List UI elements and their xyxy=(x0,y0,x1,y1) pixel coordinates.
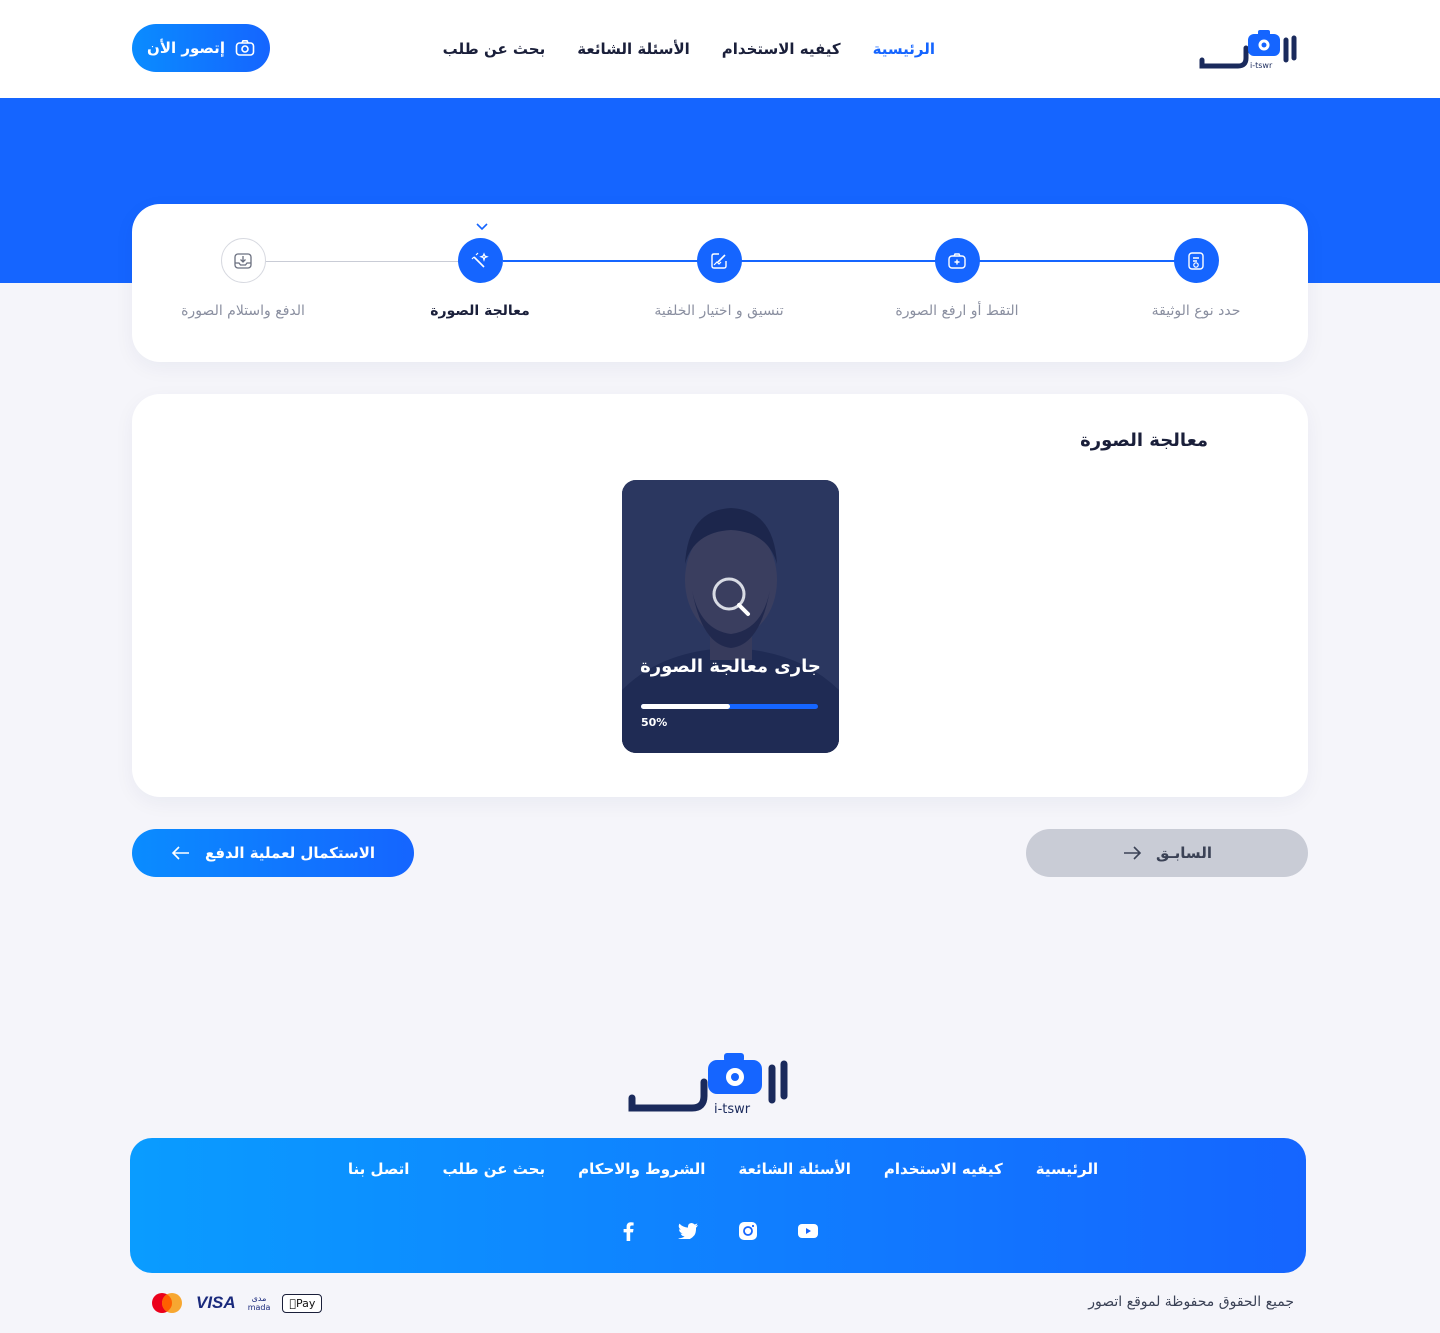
step-processing[interactable]: معالجة الصورة xyxy=(400,238,560,319)
youtube-icon[interactable] xyxy=(796,1218,820,1244)
mada-ar-label: مدى xyxy=(251,1294,267,1303)
footer-nav-home[interactable]: الرئيسية xyxy=(1036,1160,1098,1190)
footer-nav-track-order[interactable]: بحث عن طلب xyxy=(442,1160,545,1190)
footer-nav-contact[interactable]: اتصل بنا xyxy=(348,1160,410,1190)
previous-label: السابـق xyxy=(1156,844,1212,862)
step-format-background[interactable]: تنسيق و اختيار الخلفية xyxy=(639,238,799,319)
footer-nav-how-to-use[interactable]: كيفيه الاستخدام xyxy=(884,1160,1003,1190)
facebook-icon[interactable] xyxy=(616,1218,640,1244)
svg-text:i-tswr: i-tswr xyxy=(714,1102,751,1116)
footer-nav-faq[interactable]: الأسئلة الشائعة xyxy=(738,1160,851,1190)
payment-methods: VISA مدى mada Pay xyxy=(150,1290,323,1316)
camera-icon xyxy=(235,40,255,56)
step-label: الدفع واستلام الصورة xyxy=(181,303,305,319)
apple-pay-logo: Pay xyxy=(282,1293,323,1313)
nav-how-to-use[interactable]: كيفيه الاستخدام xyxy=(722,40,841,58)
chevron-down-icon xyxy=(476,223,488,231)
footer-logo[interactable]: i-tswr xyxy=(628,1050,808,1116)
capture-now-button[interactable]: إتصور الأن xyxy=(132,24,270,72)
progress-fill xyxy=(641,704,730,709)
apple-icon:  xyxy=(289,1297,296,1310)
copyright-text: جميع الحقوق محفوظة لموقع اتصور xyxy=(1088,1294,1294,1310)
site-header: i-tswr الرئيسية كيفيه الاستخدام الأسئلة … xyxy=(0,0,1440,98)
continue-label: الاستكمال لعملية الدفع xyxy=(204,844,376,862)
mastercard-icon xyxy=(152,1293,182,1313)
step-document-type[interactable]: حدد نوع الوثيقة xyxy=(1116,238,1276,319)
footer-band xyxy=(130,1138,1306,1273)
main-nav: الرئيسية كيفيه الاستخدام الأسئلة الشائعة… xyxy=(443,0,935,98)
site-logo[interactable]: i-tswr xyxy=(1198,28,1308,72)
processing-status: جارى معالجة الصورة xyxy=(640,656,821,677)
progress-percent: 50% xyxy=(641,716,668,729)
step-payment[interactable]: الدفع واستلام الصورة xyxy=(163,238,323,319)
nav-faq[interactable]: الأسئلة الشائعة xyxy=(577,40,690,58)
twitter-icon[interactable] xyxy=(676,1218,700,1244)
step-label: تنسيق و اختيار الخلفية xyxy=(654,303,784,319)
arrow-right-icon xyxy=(1124,846,1142,860)
step-connector xyxy=(503,260,1175,262)
visa-logo: VISA xyxy=(196,1293,236,1312)
capture-now-label: إتصور الأن xyxy=(147,39,225,57)
social-links xyxy=(600,1218,836,1246)
step-capture-upload[interactable]: التقط أو ارفع الصورة xyxy=(877,238,1037,319)
camera-plus-icon xyxy=(934,238,980,283)
progress-bar xyxy=(641,704,818,709)
magic-wand-icon xyxy=(457,238,503,283)
svg-text:i-tswr: i-tswr xyxy=(1250,61,1273,70)
nav-home[interactable]: الرئيسية xyxy=(873,40,935,58)
user-photo-preview: جارى معالجة الصورة 50% xyxy=(622,480,839,753)
step-label: التقط أو ارفع الصورة xyxy=(895,303,1019,319)
search-icon xyxy=(712,577,750,616)
nav-track-order[interactable]: بحث عن طلب xyxy=(443,40,546,58)
mada-logo: مدى mada xyxy=(248,1294,271,1312)
mada-en-label: mada xyxy=(247,1303,271,1312)
step-label: معالجة الصورة xyxy=(430,303,530,319)
step-label: حدد نوع الوثيقة xyxy=(1151,303,1241,319)
footer-nav: الرئيسية كيفيه الاستخدام الأسئلة الشائعة… xyxy=(130,1160,1306,1190)
processing-title: معالجة الصورة xyxy=(1080,430,1208,451)
arrow-left-icon xyxy=(171,846,189,860)
apple-pay-label: Pay xyxy=(289,1296,315,1310)
previous-button[interactable]: السابـق xyxy=(1026,829,1308,877)
edit-image-icon xyxy=(696,238,742,283)
download-tray-icon xyxy=(220,238,266,283)
continue-to-payment-button[interactable]: الاستكمال لعملية الدفع xyxy=(132,829,414,877)
document-icon xyxy=(1173,238,1219,283)
footer-nav-terms[interactable]: الشروط والاحكام xyxy=(578,1160,705,1190)
instagram-icon[interactable] xyxy=(736,1218,760,1244)
